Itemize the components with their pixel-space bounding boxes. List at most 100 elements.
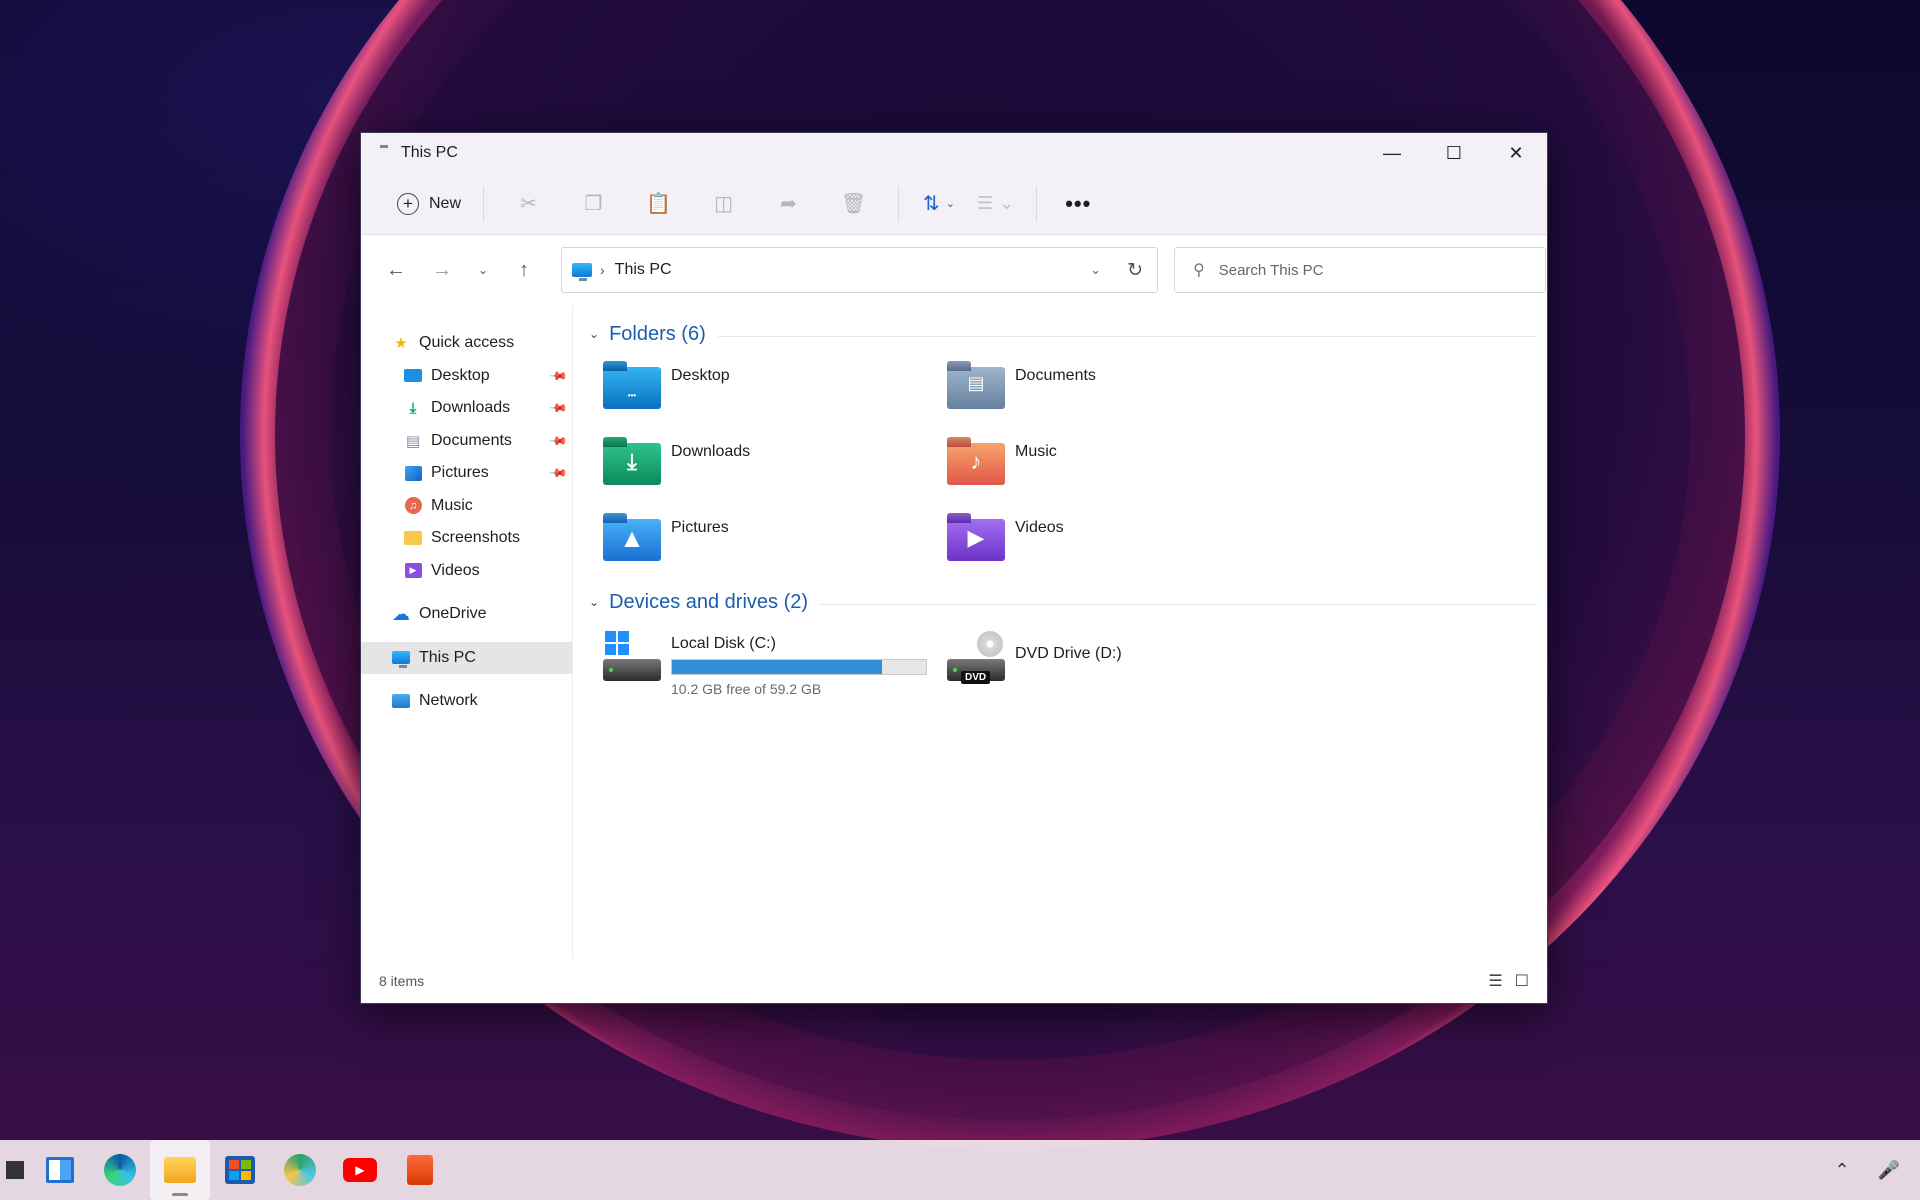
sidebar-item-desktop[interactable]: Desktop 📌 bbox=[361, 360, 572, 393]
dvd-tag: DVD bbox=[961, 671, 991, 684]
sidebar-item-music[interactable]: ♫ Music bbox=[361, 490, 572, 523]
chevron-down-icon[interactable]: ⌄ bbox=[589, 595, 599, 609]
edge-icon[interactable] bbox=[90, 1140, 150, 1200]
drive-usage-bar bbox=[671, 659, 927, 675]
breadcrumb-this-pc[interactable]: This PC bbox=[615, 261, 672, 279]
file-explorer-window: This PC — ☐ ✕ + New ✂ ❐ 📋 ◫ ➦ 🗑 ⇅ ⌄ ☰ ⌄ … bbox=[360, 132, 1548, 1004]
music-icon: ♫ bbox=[403, 497, 423, 515]
minimize-button[interactable]: — bbox=[1361, 133, 1423, 173]
new-button-label: New bbox=[429, 194, 462, 212]
rename-icon[interactable]: ◫ bbox=[691, 191, 756, 216]
folder-music[interactable]: ♪ Music bbox=[947, 437, 1291, 495]
microphone-icon[interactable]: 🎤 bbox=[1878, 1160, 1900, 1181]
sidebar-item-quick-access[interactable]: ★ Quick access bbox=[361, 327, 572, 360]
pin-icon[interactable]: 📌 bbox=[548, 398, 568, 418]
devices-group-header[interactable]: ⌄ Devices and drives (2) bbox=[585, 585, 1537, 619]
youtube-icon[interactable]: ▶ bbox=[330, 1140, 390, 1200]
folder-videos[interactable]: ▶ Videos bbox=[947, 513, 1291, 571]
sidebar-item-label: Screenshots bbox=[431, 529, 520, 547]
details-view-icon[interactable]: ☰ bbox=[1488, 971, 1502, 991]
folder-downloads[interactable]: ⤓ Downloads bbox=[603, 437, 947, 495]
back-icon[interactable]: ← bbox=[373, 259, 419, 282]
title-bar[interactable]: This PC — ☐ ✕ bbox=[361, 133, 1547, 173]
command-bar: + New ✂ ❐ 📋 ◫ ➦ 🗑 ⇅ ⌄ ☰ ⌄ ••• bbox=[361, 173, 1547, 235]
office-icon[interactable] bbox=[390, 1140, 450, 1200]
refresh-icon[interactable]: ↻ bbox=[1113, 259, 1157, 282]
desktop-folder-icon: ••• bbox=[603, 361, 661, 409]
breadcrumb-chevron-icon[interactable]: › bbox=[600, 262, 605, 278]
item-count: 8 items bbox=[379, 973, 425, 989]
toolbar-divider bbox=[483, 185, 485, 222]
pin-icon[interactable]: 📌 bbox=[548, 463, 568, 483]
drive-usage-fill bbox=[672, 660, 883, 674]
folder-documents[interactable]: ▤ Documents bbox=[947, 361, 1291, 419]
download-icon: ⤓ bbox=[409, 399, 417, 417]
pictures-folder-icon: ▲ bbox=[603, 513, 661, 561]
chevron-down-icon[interactable]: ⌄ bbox=[589, 327, 599, 341]
folder-label: Pictures bbox=[671, 519, 729, 536]
cut-icon[interactable]: ✂ bbox=[496, 191, 561, 216]
address-bar[interactable]: › This PC ⌄ ↻ bbox=[561, 247, 1158, 293]
view-button[interactable]: ☰ ⌄ bbox=[967, 193, 1024, 214]
widgets-icon[interactable] bbox=[30, 1140, 90, 1200]
drive-label: DVD Drive (D:) bbox=[1015, 645, 1122, 662]
sidebar-item-documents[interactable]: ▤ Documents 📌 bbox=[361, 425, 572, 458]
toolbar-divider bbox=[898, 185, 900, 222]
sidebar-item-network[interactable]: Network bbox=[361, 685, 572, 718]
close-button[interactable]: ✕ bbox=[1485, 133, 1547, 173]
sidebar-item-this-pc[interactable]: This PC bbox=[361, 641, 572, 674]
sidebar-item-screenshots[interactable]: Screenshots bbox=[361, 522, 572, 555]
sidebar-item-label: Pictures bbox=[431, 464, 489, 482]
address-dropdown-icon[interactable]: ⌄ bbox=[1078, 262, 1113, 278]
forward-icon[interactable]: → bbox=[419, 259, 465, 282]
folder-desktop[interactable]: ••• Desktop bbox=[603, 361, 947, 419]
folder-pictures[interactable]: ▲ Pictures bbox=[603, 513, 947, 571]
chevron-up-icon[interactable]: ⌃ bbox=[1834, 1160, 1849, 1181]
sidebar-item-label: Videos bbox=[431, 561, 480, 579]
folder-label: Downloads bbox=[671, 443, 751, 460]
group-divider bbox=[820, 603, 1537, 605]
chevron-down-icon: ⌄ bbox=[945, 198, 955, 210]
folders-group-header[interactable]: ⌄ Folders (6) bbox=[585, 317, 1537, 351]
view-icon: ☰ bbox=[977, 193, 994, 213]
sidebar-item-videos[interactable]: ▶ Videos bbox=[361, 555, 572, 588]
window-title: This PC bbox=[401, 144, 458, 161]
navigation-pane: ★ Quick access Desktop 📌 ⤓ Downloads 📌 ▤… bbox=[361, 305, 573, 959]
file-explorer-taskbar-icon[interactable] bbox=[150, 1140, 210, 1200]
more-options-button[interactable]: ••• bbox=[1049, 191, 1107, 217]
document-icon: ▤ bbox=[405, 432, 421, 450]
copy-icon[interactable]: ❐ bbox=[561, 191, 626, 216]
start-button[interactable] bbox=[0, 1140, 30, 1200]
paste-icon[interactable]: 📋 bbox=[626, 191, 691, 216]
search-box[interactable]: ⚲ Search This PC bbox=[1174, 247, 1546, 293]
pin-icon[interactable]: 📌 bbox=[548, 366, 568, 386]
drive-dvd-d[interactable]: DVD DVD Drive (D:) bbox=[947, 631, 1291, 697]
sidebar-item-pictures[interactable]: Pictures 📌 bbox=[361, 457, 572, 490]
drive-local-disk-c[interactable]: Local Disk (C:) 10.2 GB free of 59.2 GB bbox=[603, 631, 947, 697]
store-icon[interactable] bbox=[210, 1140, 270, 1200]
pin-icon[interactable]: 📌 bbox=[548, 431, 568, 451]
up-icon[interactable]: ↑ bbox=[501, 259, 547, 282]
sort-icon: ⇅ bbox=[923, 193, 940, 215]
tiles-view-icon[interactable]: ☐ bbox=[1515, 971, 1529, 991]
folder-label: Documents bbox=[1015, 367, 1096, 384]
toolbar-divider bbox=[1036, 185, 1038, 222]
sidebar-item-downloads[interactable]: ⤓ Downloads 📌 bbox=[361, 392, 572, 425]
videos-folder-icon: ▶ bbox=[947, 513, 1005, 561]
status-bar: 8 items ☰ ☐ bbox=[361, 959, 1547, 1003]
search-placeholder[interactable]: Search This PC bbox=[1219, 262, 1324, 279]
folder-label: Music bbox=[1015, 443, 1057, 460]
recent-locations-icon[interactable]: ⌄ bbox=[465, 263, 501, 277]
sort-button[interactable]: ⇅ ⌄ bbox=[911, 191, 967, 216]
sidebar-item-label: Desktop bbox=[431, 366, 490, 384]
maximize-button[interactable]: ☐ bbox=[1423, 133, 1485, 173]
folder-label: Desktop bbox=[671, 367, 730, 384]
dvd-drive-icon: DVD bbox=[947, 631, 1005, 689]
delete-icon[interactable]: 🗑 bbox=[821, 191, 886, 216]
share-icon[interactable]: ➦ bbox=[756, 191, 821, 216]
sidebar-item-onedrive[interactable]: ☁ OneDrive bbox=[361, 598, 572, 631]
edge-canary-icon[interactable] bbox=[270, 1140, 330, 1200]
downloads-folder-icon: ⤓ bbox=[603, 437, 661, 485]
plus-icon: + bbox=[397, 192, 419, 215]
new-button[interactable]: + New bbox=[387, 185, 471, 223]
